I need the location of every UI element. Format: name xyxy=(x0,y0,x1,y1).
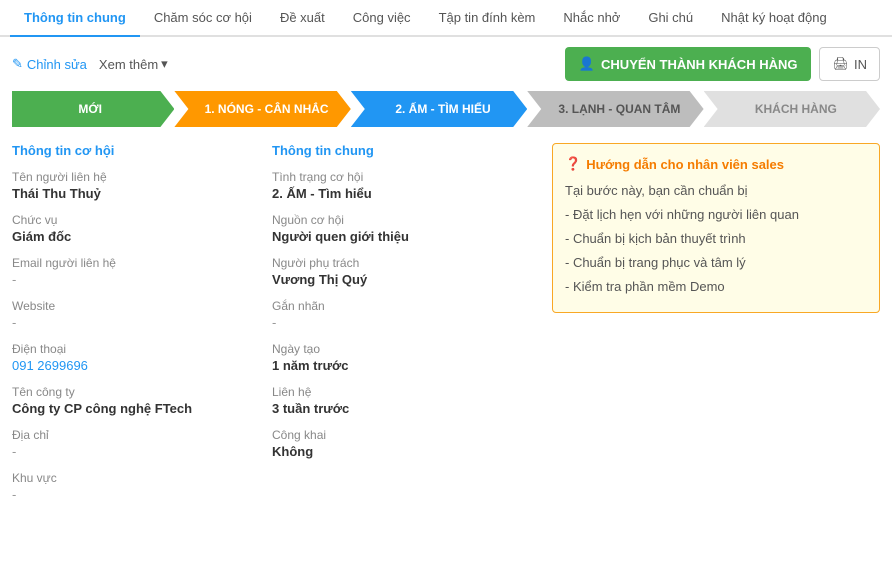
field-value: - xyxy=(12,315,252,330)
field-value: Không xyxy=(272,444,532,459)
guide-item-1: - Chuẩn bị kịch bản thuyết trình xyxy=(565,228,867,250)
printer-icon: 🖨 xyxy=(832,56,849,72)
pipeline-step-moi[interactable]: MỚI xyxy=(12,91,174,127)
tab-nhat-ky-hoat-dong[interactable]: Nhật ký hoạt động xyxy=(707,0,841,35)
left-field-7: Khu vực - xyxy=(12,471,252,502)
guide-item-3: - Kiểm tra phần mềm Demo xyxy=(565,276,867,298)
field-value: Thái Thu Thuỷ xyxy=(12,186,252,201)
field-label: Liên hệ xyxy=(272,385,532,399)
field-value: - xyxy=(12,487,252,502)
field-label: Email người liên hệ xyxy=(12,256,252,270)
pipeline: MỚI1. NÓNG - CÂN NHẮC2. ẤM - TÌM HIỂU3. … xyxy=(0,91,892,127)
tab-tap-tin-dinh-kem[interactable]: Tập tin đính kèm xyxy=(425,0,550,35)
left-field-3: Website - xyxy=(12,299,252,330)
left-field-5: Tên công ty Công ty CP công nghệ FTech xyxy=(12,385,252,416)
guide-item-0: - Đặt lịch hẹn với những người liên quan xyxy=(565,204,867,226)
field-label: Gắn nhãn xyxy=(272,299,532,313)
field-label: Chức vụ xyxy=(12,213,252,227)
left-field-2: Email người liên hệ - xyxy=(12,256,252,287)
field-label: Người phụ trách xyxy=(272,256,532,270)
guide-title: ❓ Hướng dẫn cho nhân viên sales xyxy=(565,156,867,172)
center-field-6: Công khai Không xyxy=(272,428,532,459)
field-value: - xyxy=(12,444,252,459)
center-field-3: Gắn nhãn - xyxy=(272,299,532,330)
field-value: - xyxy=(272,315,532,330)
field-label: Tên công ty xyxy=(12,385,252,399)
field-label: Nguồn cơ hội xyxy=(272,213,532,227)
field-value: Công ty CP công nghệ FTech xyxy=(12,401,252,416)
question-icon: ❓ xyxy=(565,156,581,172)
guide-item-2: - Chuẩn bị trang phục và tâm lý xyxy=(565,252,867,274)
field-value: Vương Thị Quý xyxy=(272,272,532,287)
tab-cong-viec[interactable]: Công việc xyxy=(339,0,425,35)
tab-ghi-chu[interactable]: Ghi chú xyxy=(634,0,707,35)
view-more-button[interactable]: Xem thêm ▾ xyxy=(99,56,168,72)
pipeline-step-nong[interactable]: 1. NÓNG - CÂN NHẮC xyxy=(174,91,350,127)
user-plus-icon: 👤 xyxy=(579,56,595,72)
field-label: Địa chỉ xyxy=(12,428,252,442)
field-label: Tên người liên hệ xyxy=(12,170,252,184)
field-label: Công khai xyxy=(272,428,532,442)
center-field-0: Tình trạng cơ hội 2. ẤM - Tìm hiểu xyxy=(272,170,532,201)
left-panel: Thông tin cơ hội Tên người liên hệ Thái T… xyxy=(12,143,272,514)
content-area: Thông tin cơ hội Tên người liên hệ Thái T… xyxy=(0,143,892,514)
field-value: Người quen giới thiệu xyxy=(272,229,532,244)
center-panel: Thông tin chung Tình trạng cơ hội 2. ẤM -… xyxy=(272,143,552,514)
toolbar: ✎ Chỉnh sửa Xem thêm ▾ 👤 CHUYỂN THÀNH KH… xyxy=(0,37,892,91)
field-label: Website xyxy=(12,299,252,313)
tab-bar: Thông tin chungChăm sóc cơ hộiĐề xuấtCôn… xyxy=(0,0,892,37)
chevron-down-icon: ▾ xyxy=(161,56,168,72)
right-panel: ❓ Hướng dẫn cho nhân viên sales Tại bước… xyxy=(552,143,880,514)
field-label: Khu vực xyxy=(12,471,252,485)
field-value: Giám đốc xyxy=(12,229,252,244)
field-label: Tình trạng cơ hội xyxy=(272,170,532,184)
field-value: 1 năm trước xyxy=(272,358,532,373)
guide-content: Tại bước này, bạn cần chuẩn bị - Đặt lịc… xyxy=(565,180,867,298)
center-field-5: Liên hệ 3 tuần trước xyxy=(272,385,532,416)
center-panel-title: Thông tin chung xyxy=(272,143,532,158)
field-value: 2. ẤM - Tìm hiểu xyxy=(272,186,532,201)
tab-de-xuat[interactable]: Đề xuất xyxy=(266,0,339,35)
convert-button[interactable]: 👤 CHUYỂN THÀNH KHÁCH HÀNG xyxy=(565,47,812,81)
field-label: Ngày tạo xyxy=(272,342,532,356)
field-label: Điện thoại xyxy=(12,342,252,356)
pipeline-step-khach-hang[interactable]: KHÁCH HÀNG xyxy=(704,91,880,127)
left-field-4: Điện thoại 091 2699696 xyxy=(12,342,252,373)
guide-box: ❓ Hướng dẫn cho nhân viên sales Tại bước… xyxy=(552,143,880,313)
tab-thong-tin-chung[interactable]: Thông tin chung xyxy=(10,0,140,37)
tab-nhac-nho[interactable]: Nhắc nhở xyxy=(549,0,634,35)
center-field-1: Nguồn cơ hội Người quen giới thiệu xyxy=(272,213,532,244)
print-button[interactable]: 🖨 IN xyxy=(819,47,880,81)
guide-intro: Tại bước này, bạn cần chuẩn bị xyxy=(565,180,867,202)
tab-cham-soc-co-hoi[interactable]: Chăm sóc cơ hội xyxy=(140,0,266,35)
field-value: 3 tuần trước xyxy=(272,401,532,416)
center-field-2: Người phụ trách Vương Thị Quý xyxy=(272,256,532,287)
left-panel-title: Thông tin cơ hội xyxy=(12,143,252,158)
left-field-0: Tên người liên hệ Thái Thu Thuỷ xyxy=(12,170,252,201)
edit-icon: ✎ xyxy=(12,56,23,72)
field-value[interactable]: 091 2699696 xyxy=(12,358,252,373)
left-field-1: Chức vụ Giám đốc xyxy=(12,213,252,244)
center-field-4: Ngày tạo 1 năm trước xyxy=(272,342,532,373)
left-field-6: Địa chỉ - xyxy=(12,428,252,459)
edit-button[interactable]: ✎ Chỉnh sửa xyxy=(12,56,87,72)
pipeline-step-am[interactable]: 2. ẤM - TÌM HIỂU xyxy=(351,91,527,127)
field-value: - xyxy=(12,272,252,287)
pipeline-step-lanh[interactable]: 3. LẠNH - QUAN TÂM xyxy=(527,91,703,127)
